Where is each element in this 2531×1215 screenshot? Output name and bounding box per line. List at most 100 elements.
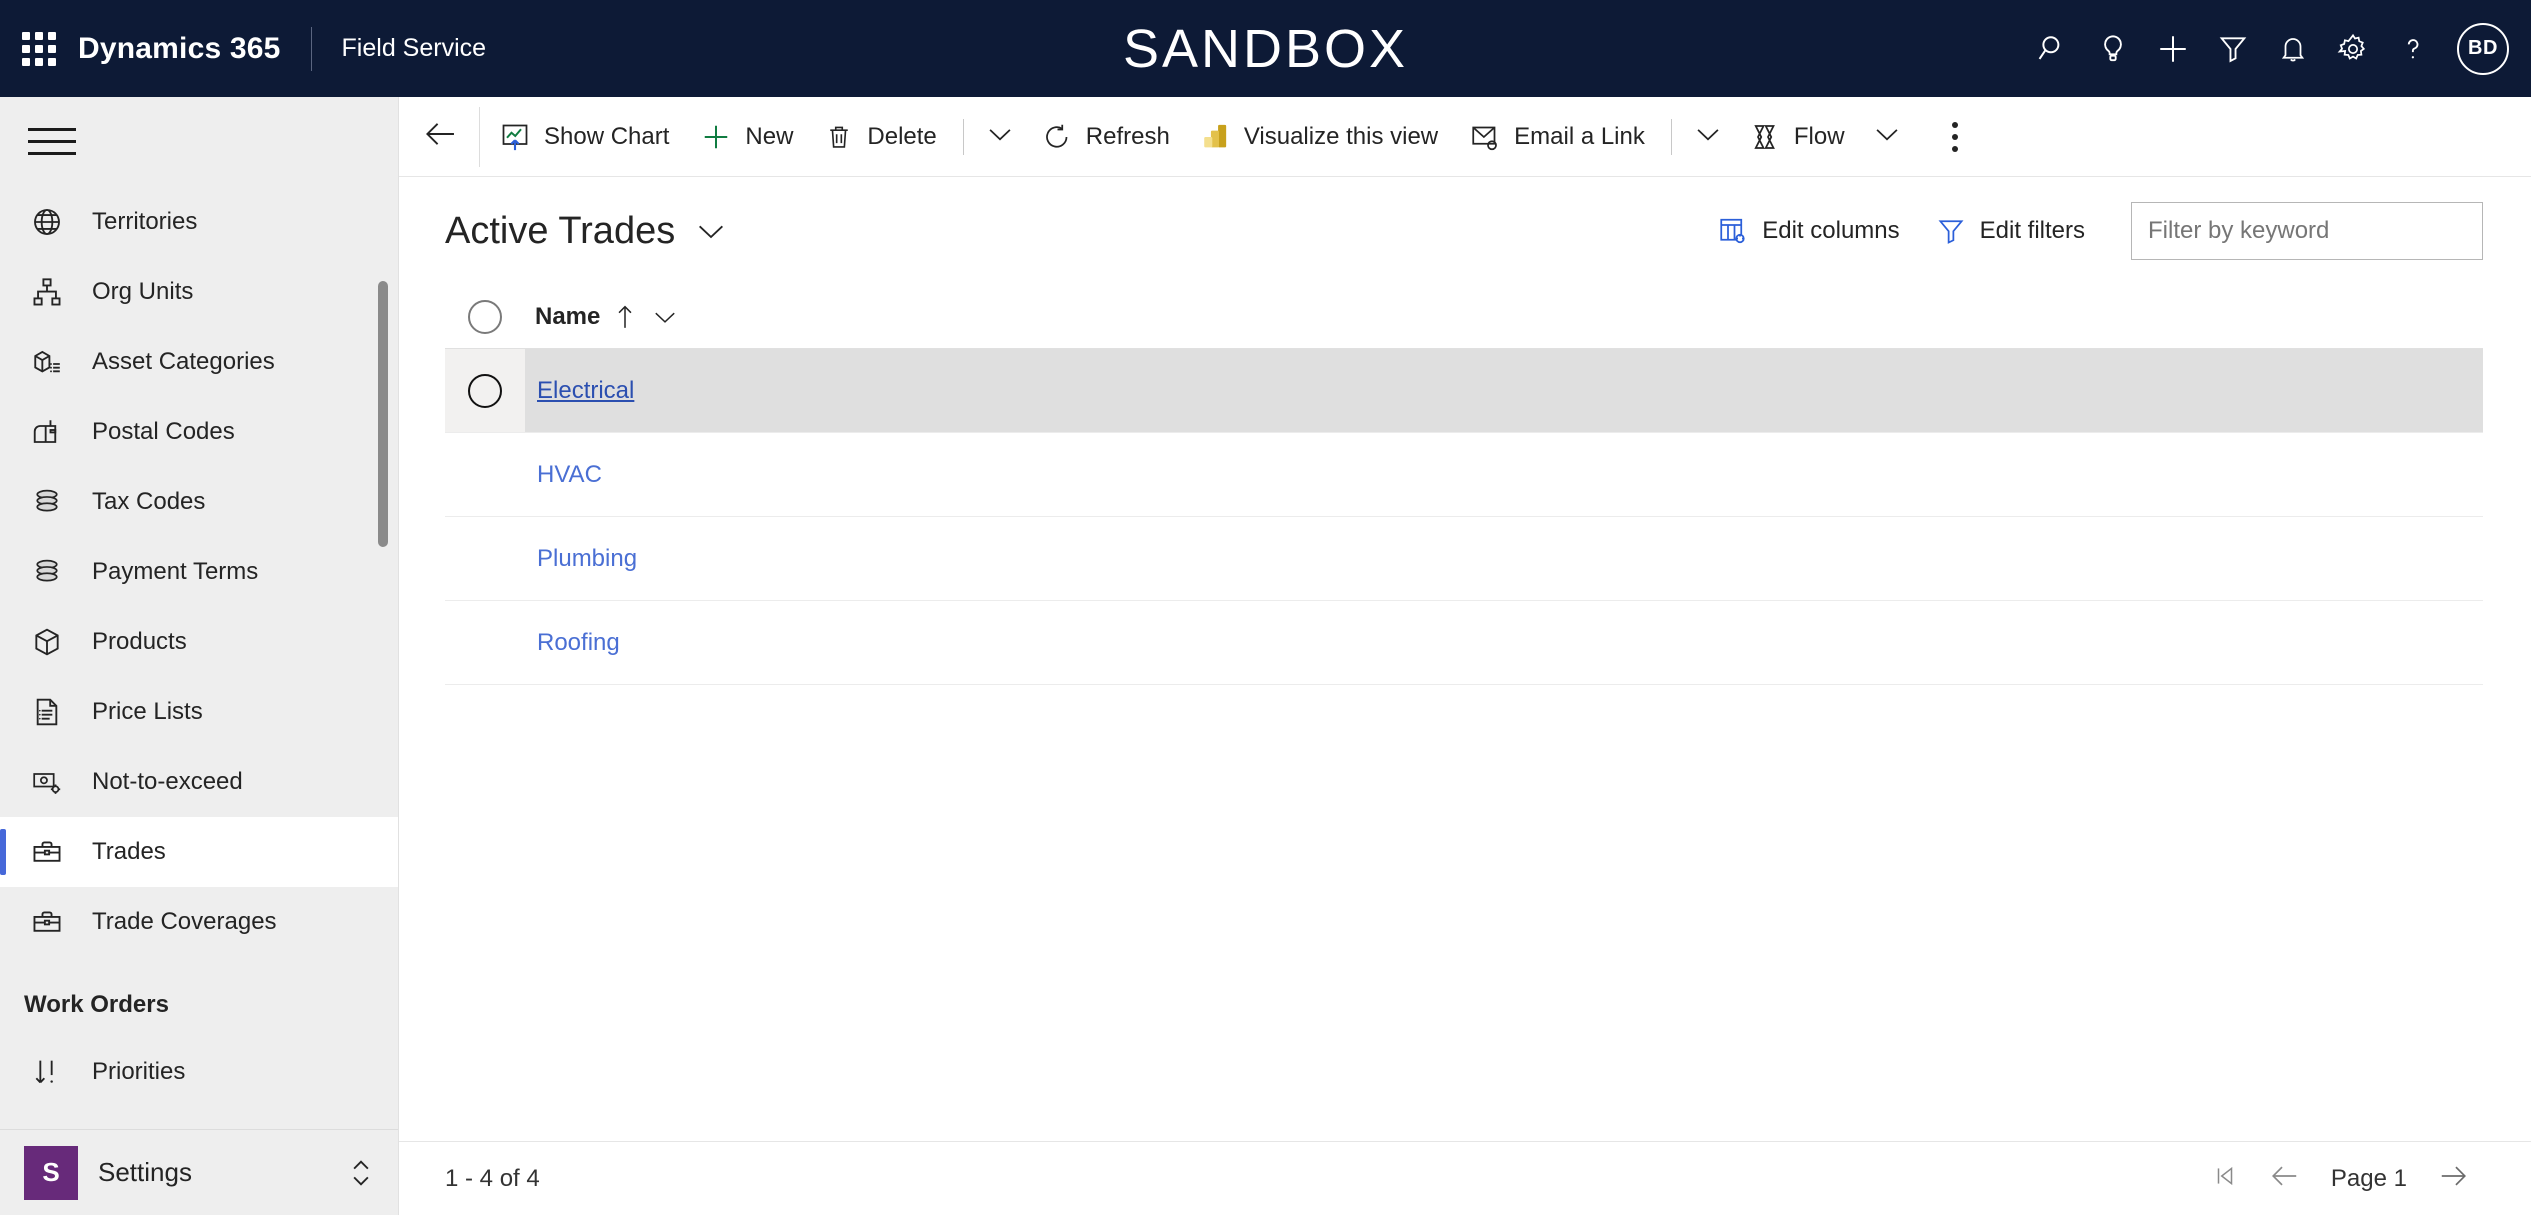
chevron-down-icon[interactable] [652, 308, 678, 326]
sidebar-item-asset-categories[interactable]: Asset Categories [0, 327, 398, 397]
view-header: Active Trades Edit columns Edit filters … [399, 177, 2531, 285]
row-name-cell: Electrical [525, 377, 634, 405]
trash-icon [825, 122, 853, 152]
view-selector[interactable]: Active Trades [445, 210, 727, 253]
sidebar-item-price-lists[interactable]: Price Lists [0, 677, 398, 747]
hamburger-icon[interactable] [0, 97, 398, 185]
toolbox-icon [24, 899, 70, 945]
back-button[interactable] [407, 106, 475, 168]
chevron-down-icon [1694, 124, 1722, 149]
sidebar-item-label: Products [92, 628, 187, 655]
select-all-radio[interactable] [468, 299, 502, 334]
table-row[interactable]: HVAC [445, 433, 2483, 517]
funnel-icon [1936, 216, 1966, 246]
command-label: Flow [1793, 122, 1845, 150]
command-label: Refresh [1085, 122, 1170, 150]
settings-area[interactable]: S Settings [0, 1129, 398, 1215]
sidebar-item-org-units[interactable]: Org Units [0, 257, 398, 327]
main-content: Show Chart New Delete Refresh Visualize … [399, 97, 2531, 1215]
avatar[interactable]: BD [2457, 22, 2509, 75]
delete-button[interactable]: Delete [809, 106, 952, 168]
command-divider [479, 106, 480, 167]
visualize-this-view-button[interactable]: Visualize this view [1186, 106, 1454, 168]
page-title: Active Trades [445, 209, 676, 252]
sidebar-item-label: Payment Terms [92, 558, 259, 585]
row-name-link[interactable]: HVAC [537, 461, 602, 488]
flow-caret[interactable] [1861, 106, 1913, 168]
table-row[interactable]: Roofing [445, 601, 2483, 685]
sidebar: Territories Org Units Asset Categories P… [0, 97, 399, 1215]
sidebar-group-work-orders: Work Orders [24, 991, 169, 1018]
sidebar-item-not-to-exceed[interactable]: Not-to-exceed [0, 747, 398, 817]
row-select-cell[interactable] [445, 517, 525, 600]
table-row[interactable]: Electrical [445, 349, 2483, 433]
refresh-button[interactable]: Refresh [1026, 106, 1186, 168]
app-launcher-icon[interactable] [0, 31, 78, 66]
email-link-icon [1470, 123, 1500, 151]
arrow-left-icon [2270, 1163, 2300, 1194]
app-name[interactable]: Field Service [312, 34, 487, 63]
chevron-up-down-icon[interactable] [346, 1154, 376, 1192]
row-name-link[interactable]: Electrical [537, 377, 634, 404]
lightbulb-icon[interactable] [2083, 19, 2143, 79]
row-select-cell[interactable] [445, 433, 525, 516]
sidebar-scrollbar[interactable] [378, 281, 388, 547]
sidebar-item-products[interactable]: Products [0, 607, 398, 677]
edit-filters-button[interactable]: Edit filters [1918, 203, 2103, 259]
sidebar-item-tax-codes[interactable]: Tax Codes [0, 467, 398, 537]
row-select-radio[interactable] [468, 373, 502, 408]
sidebar-item-label: Tax Codes [92, 488, 206, 515]
grid-footer: 1 - 4 of 4 Page 1 [399, 1141, 2531, 1215]
toolbox-icon [24, 829, 70, 875]
page-label: Page 1 [2330, 1164, 2407, 1192]
sidebar-item-label: Not-to-exceed [92, 768, 243, 795]
question-icon[interactable] [2383, 19, 2443, 79]
previous-page-button[interactable] [2255, 1152, 2315, 1206]
sidebar-item-territories[interactable]: Territories [0, 187, 398, 257]
new-button[interactable]: New [685, 106, 809, 168]
chevron-down-icon [695, 220, 727, 242]
select-all-cell[interactable] [445, 299, 525, 334]
edit-columns-button[interactable]: Edit columns [1700, 203, 1917, 259]
sidebar-item-label: Trades [92, 838, 166, 865]
brand-title[interactable]: Dynamics 365 [78, 32, 311, 66]
filter-icon[interactable] [2203, 19, 2263, 79]
delete-overflow-caret[interactable] [974, 106, 1026, 168]
arrow-right-icon [2438, 1163, 2468, 1194]
sidebar-item-label: Postal Codes [92, 418, 235, 445]
sidebar-item-priorities[interactable]: Priorities [0, 1037, 398, 1107]
row-name-link[interactable]: Plumbing [537, 545, 637, 572]
top-actions: BD [2023, 19, 2531, 79]
first-page-button[interactable] [2195, 1152, 2255, 1206]
arrow-left-icon [424, 119, 458, 154]
sidebar-item-trades[interactable]: Trades [0, 817, 398, 887]
flow-button[interactable]: Flow [1734, 106, 1861, 168]
search-box[interactable] [2131, 202, 2483, 260]
next-page-button[interactable] [2423, 1152, 2483, 1206]
column-header-label: Name [535, 302, 601, 330]
search-icon[interactable] [2023, 19, 2083, 79]
row-name-link[interactable]: Roofing [537, 629, 620, 656]
row-name-cell: Plumbing [525, 545, 637, 573]
command-label: Show Chart [544, 122, 670, 150]
column-header-name[interactable]: Name [525, 303, 678, 331]
search-input[interactable] [2148, 217, 2466, 245]
gear-icon[interactable] [2323, 19, 2383, 79]
email-overflow-caret[interactable] [1682, 106, 1734, 168]
table-row[interactable]: Plumbing [445, 517, 2483, 601]
price-list-icon [24, 689, 70, 735]
show-chart-button[interactable]: Show Chart [484, 106, 685, 168]
sidebar-item-label: Trade Coverages [92, 908, 277, 935]
command-separator [1670, 118, 1672, 155]
bell-icon[interactable] [2263, 19, 2323, 79]
more-commands-button[interactable] [1925, 106, 1985, 168]
row-select-cell[interactable] [445, 601, 525, 684]
command-label: Email a Link [1514, 122, 1645, 150]
email-a-link-button[interactable]: Email a Link [1454, 106, 1661, 168]
sidebar-item-postal-codes[interactable]: Postal Codes [0, 397, 398, 467]
sidebar-item-label: Territories [92, 208, 198, 235]
sidebar-item-payment-terms[interactable]: Payment Terms [0, 537, 398, 607]
row-select-cell[interactable] [445, 349, 525, 432]
sidebar-item-trade-coverages[interactable]: Trade Coverages [0, 887, 398, 957]
plus-icon[interactable] [2143, 19, 2203, 79]
